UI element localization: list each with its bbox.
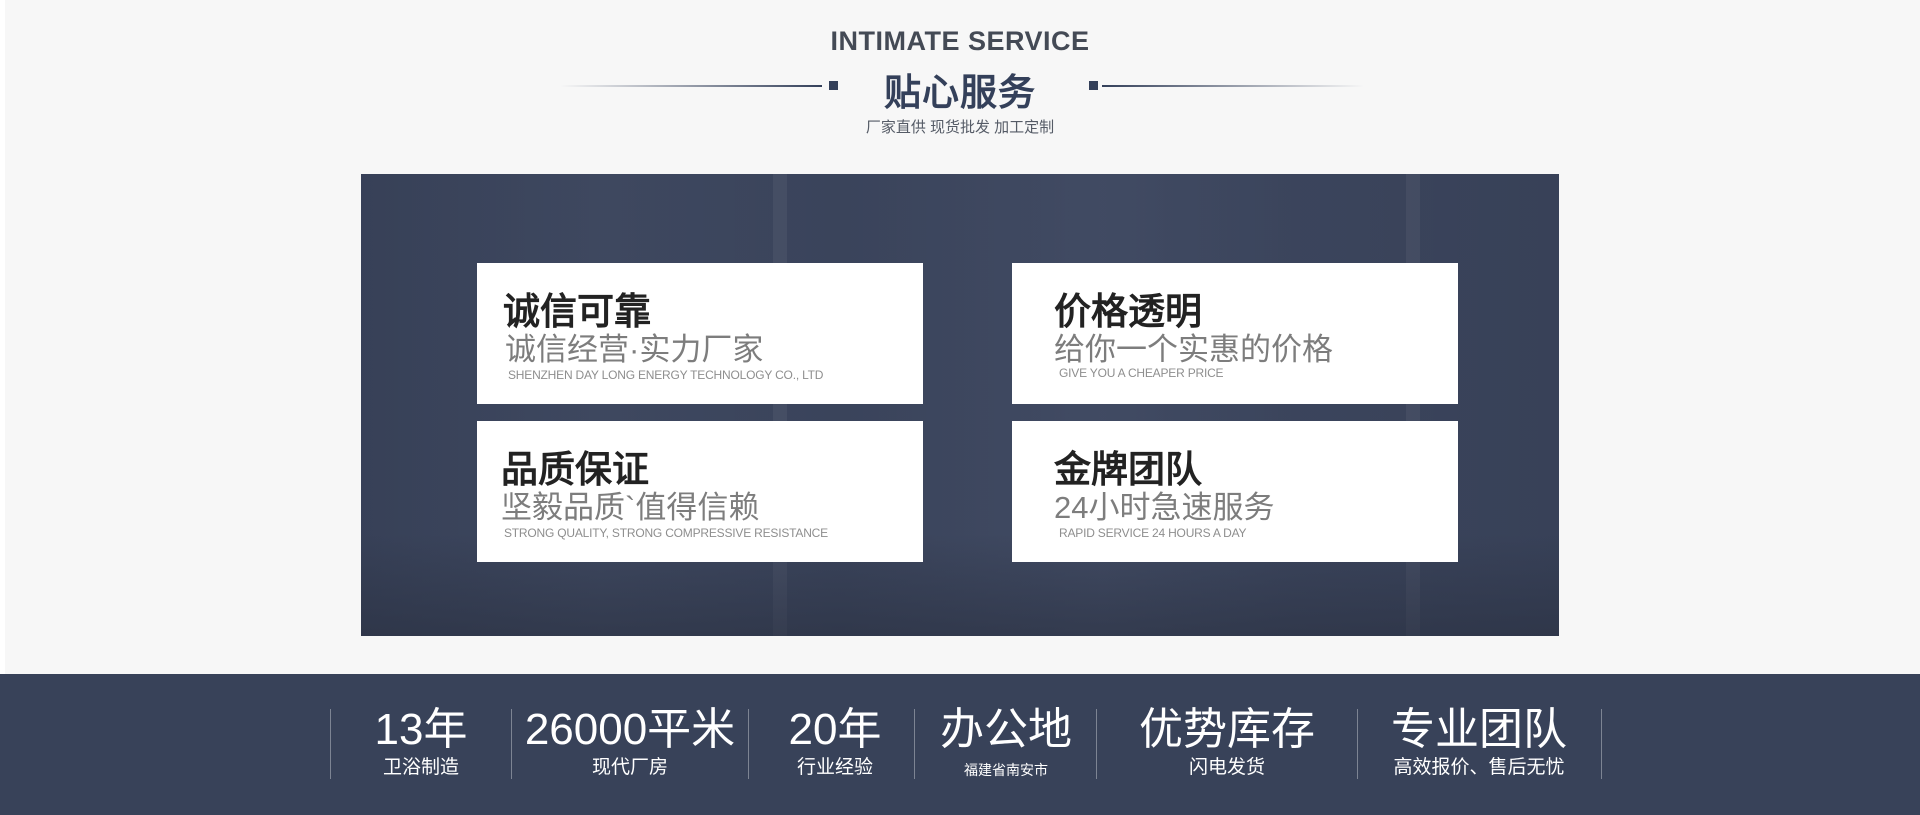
stats-divider (511, 709, 512, 779)
stat-years-manufacturing: 13年 卫浴制造 (340, 704, 502, 780)
stats-divider (1096, 709, 1097, 779)
stats-divider (330, 709, 331, 779)
stat-label: 福建省南安市 (964, 762, 1048, 778)
stat-professional-team: 专业团队 高效报价、售后无忧 (1362, 704, 1596, 780)
section-subtitle: 厂家直供 现货批发 加工定制 (865, 119, 1055, 136)
card-english-caption: RAPID SERVICE 24 HOURS A DAY (1059, 526, 1247, 540)
section-title-chinese: 贴心服务 (884, 72, 1036, 113)
feature-card-reliable: 诚信可靠 诚信经营·实力厂家 SHENZHEN DAY LONG ENERGY … (477, 263, 923, 404)
service-photo-panel: 诚信可靠 诚信经营·实力厂家 SHENZHEN DAY LONG ENERGY … (361, 174, 1559, 636)
title-divider-dot-right (1089, 81, 1098, 90)
stats-divider (1601, 709, 1602, 779)
page: INTIMATE SERVICE 贴心服务 厂家直供 现货批发 加工定制 诚信可… (0, 0, 1920, 815)
card-subtitle: 24小时急速服务 (1054, 490, 1275, 525)
card-english-caption: STRONG QUALITY, STRONG COMPRESSIVE RESIS… (504, 526, 828, 540)
card-subtitle: 坚毅品质`值得信赖 (501, 490, 760, 525)
stats-bar: 13年 卫浴制造 26000平米 现代厂房 20年 行业经验 办公地 福建省南安… (0, 674, 1920, 815)
stat-value: 优势库存 (1139, 705, 1315, 754)
card-subtitle: 诚信经营·实力厂家 (505, 332, 764, 367)
stat-industry-experience: 20年 行业经验 (754, 704, 916, 780)
stat-factory-area: 26000平米 现代厂房 (516, 704, 744, 780)
stat-value: 20年 (788, 705, 882, 754)
stats-divider (1357, 709, 1358, 779)
stat-label: 现代厂房 (591, 757, 668, 778)
stats-divider (748, 709, 749, 779)
title-divider-line-right (1102, 85, 1364, 87)
stat-label: 行业经验 (796, 757, 873, 778)
section-title-english: INTIMATE SERVICE (830, 26, 1090, 56)
card-english-caption: SHENZHEN DAY LONG ENERGY TECHNOLOGY CO.,… (508, 368, 824, 382)
stat-value: 13年 (374, 705, 468, 754)
stat-label: 卫浴制造 (382, 757, 459, 778)
service-section: INTIMATE SERVICE 贴心服务 厂家直供 现货批发 加工定制 诚信可… (0, 0, 1920, 674)
stat-value: 专业团队 (1391, 705, 1567, 754)
card-subtitle: 给你一个实惠的价格 (1054, 332, 1333, 367)
stat-office-location: 办公地 福建省南安市 (920, 704, 1092, 782)
stat-label: 闪电发货 (1188, 757, 1265, 778)
stat-value: 26000平米 (524, 705, 736, 754)
stat-value: 办公地 (940, 705, 1072, 754)
feature-card-quality: 品质保证 坚毅品质`值得信赖 STRONG QUALITY, STRONG CO… (477, 421, 923, 562)
stat-inventory: 优势库存 闪电发货 (1102, 704, 1352, 780)
feature-card-team: 金牌团队 24小时急速服务 RAPID SERVICE 24 HOURS A D… (1012, 421, 1458, 562)
card-english-caption: GIVE YOU A CHEAPER PRICE (1059, 366, 1224, 380)
stat-label: 高效报价、售后无忧 (1393, 757, 1565, 778)
feature-card-transparent-price: 价格透明 给你一个实惠的价格 GIVE YOU A CHEAPER PRICE (1012, 263, 1458, 404)
